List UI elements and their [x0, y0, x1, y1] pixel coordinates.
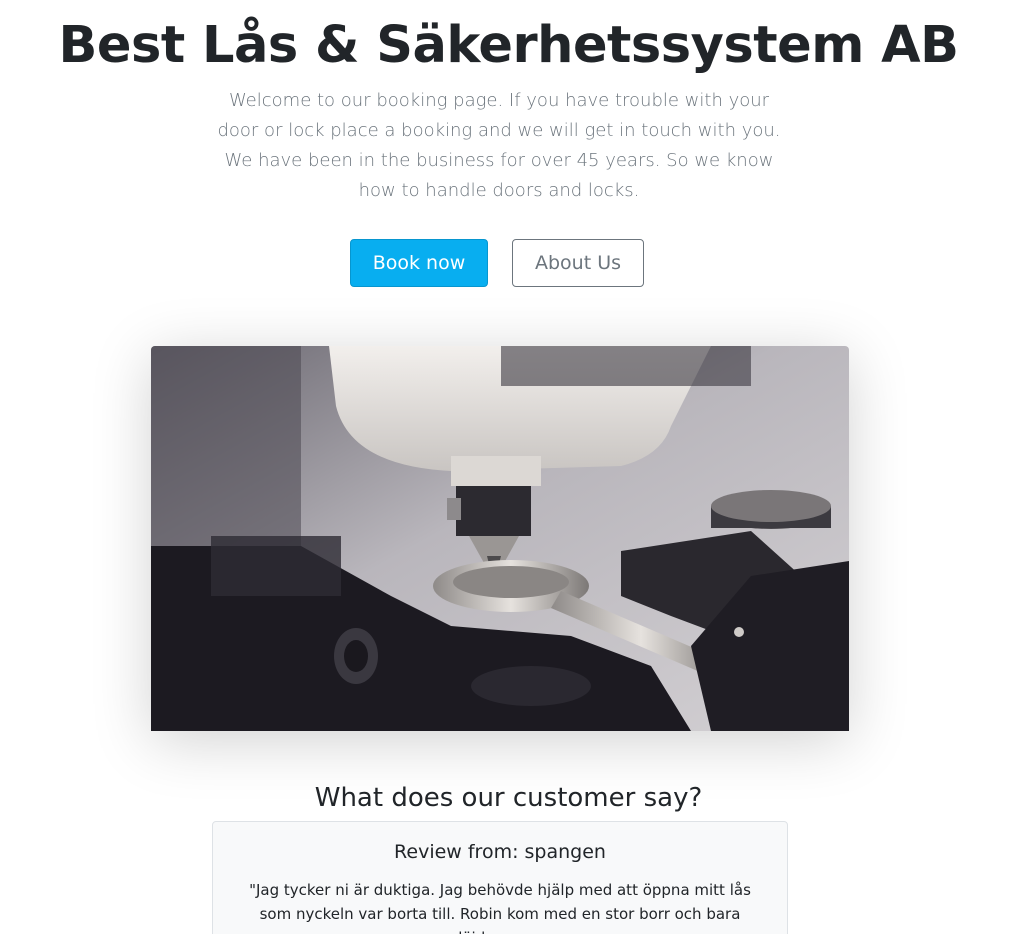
about-us-button[interactable]: About Us — [512, 239, 644, 287]
reviews-section-title: What does our customer say? — [314, 783, 703, 813]
review-card: Review from: spangen "Jag tycker ni är d… — [212, 821, 788, 934]
welcome-text: Welcome to our booking page. If you have… — [217, 90, 781, 201]
locksmith-machine-photo — [151, 346, 849, 731]
review-heading: Review from: spangen — [394, 841, 606, 863]
review-text: "Jag tycker ni är duktiga. Jag behövde h… — [249, 881, 751, 934]
book-now-button[interactable]: Book now — [350, 239, 488, 287]
landing-page: Best Lås & Säkerhetssystem AB Welcome to… — [0, 0, 1017, 934]
company-title: Best Lås & Säkerhetssystem AB — [58, 16, 959, 75]
